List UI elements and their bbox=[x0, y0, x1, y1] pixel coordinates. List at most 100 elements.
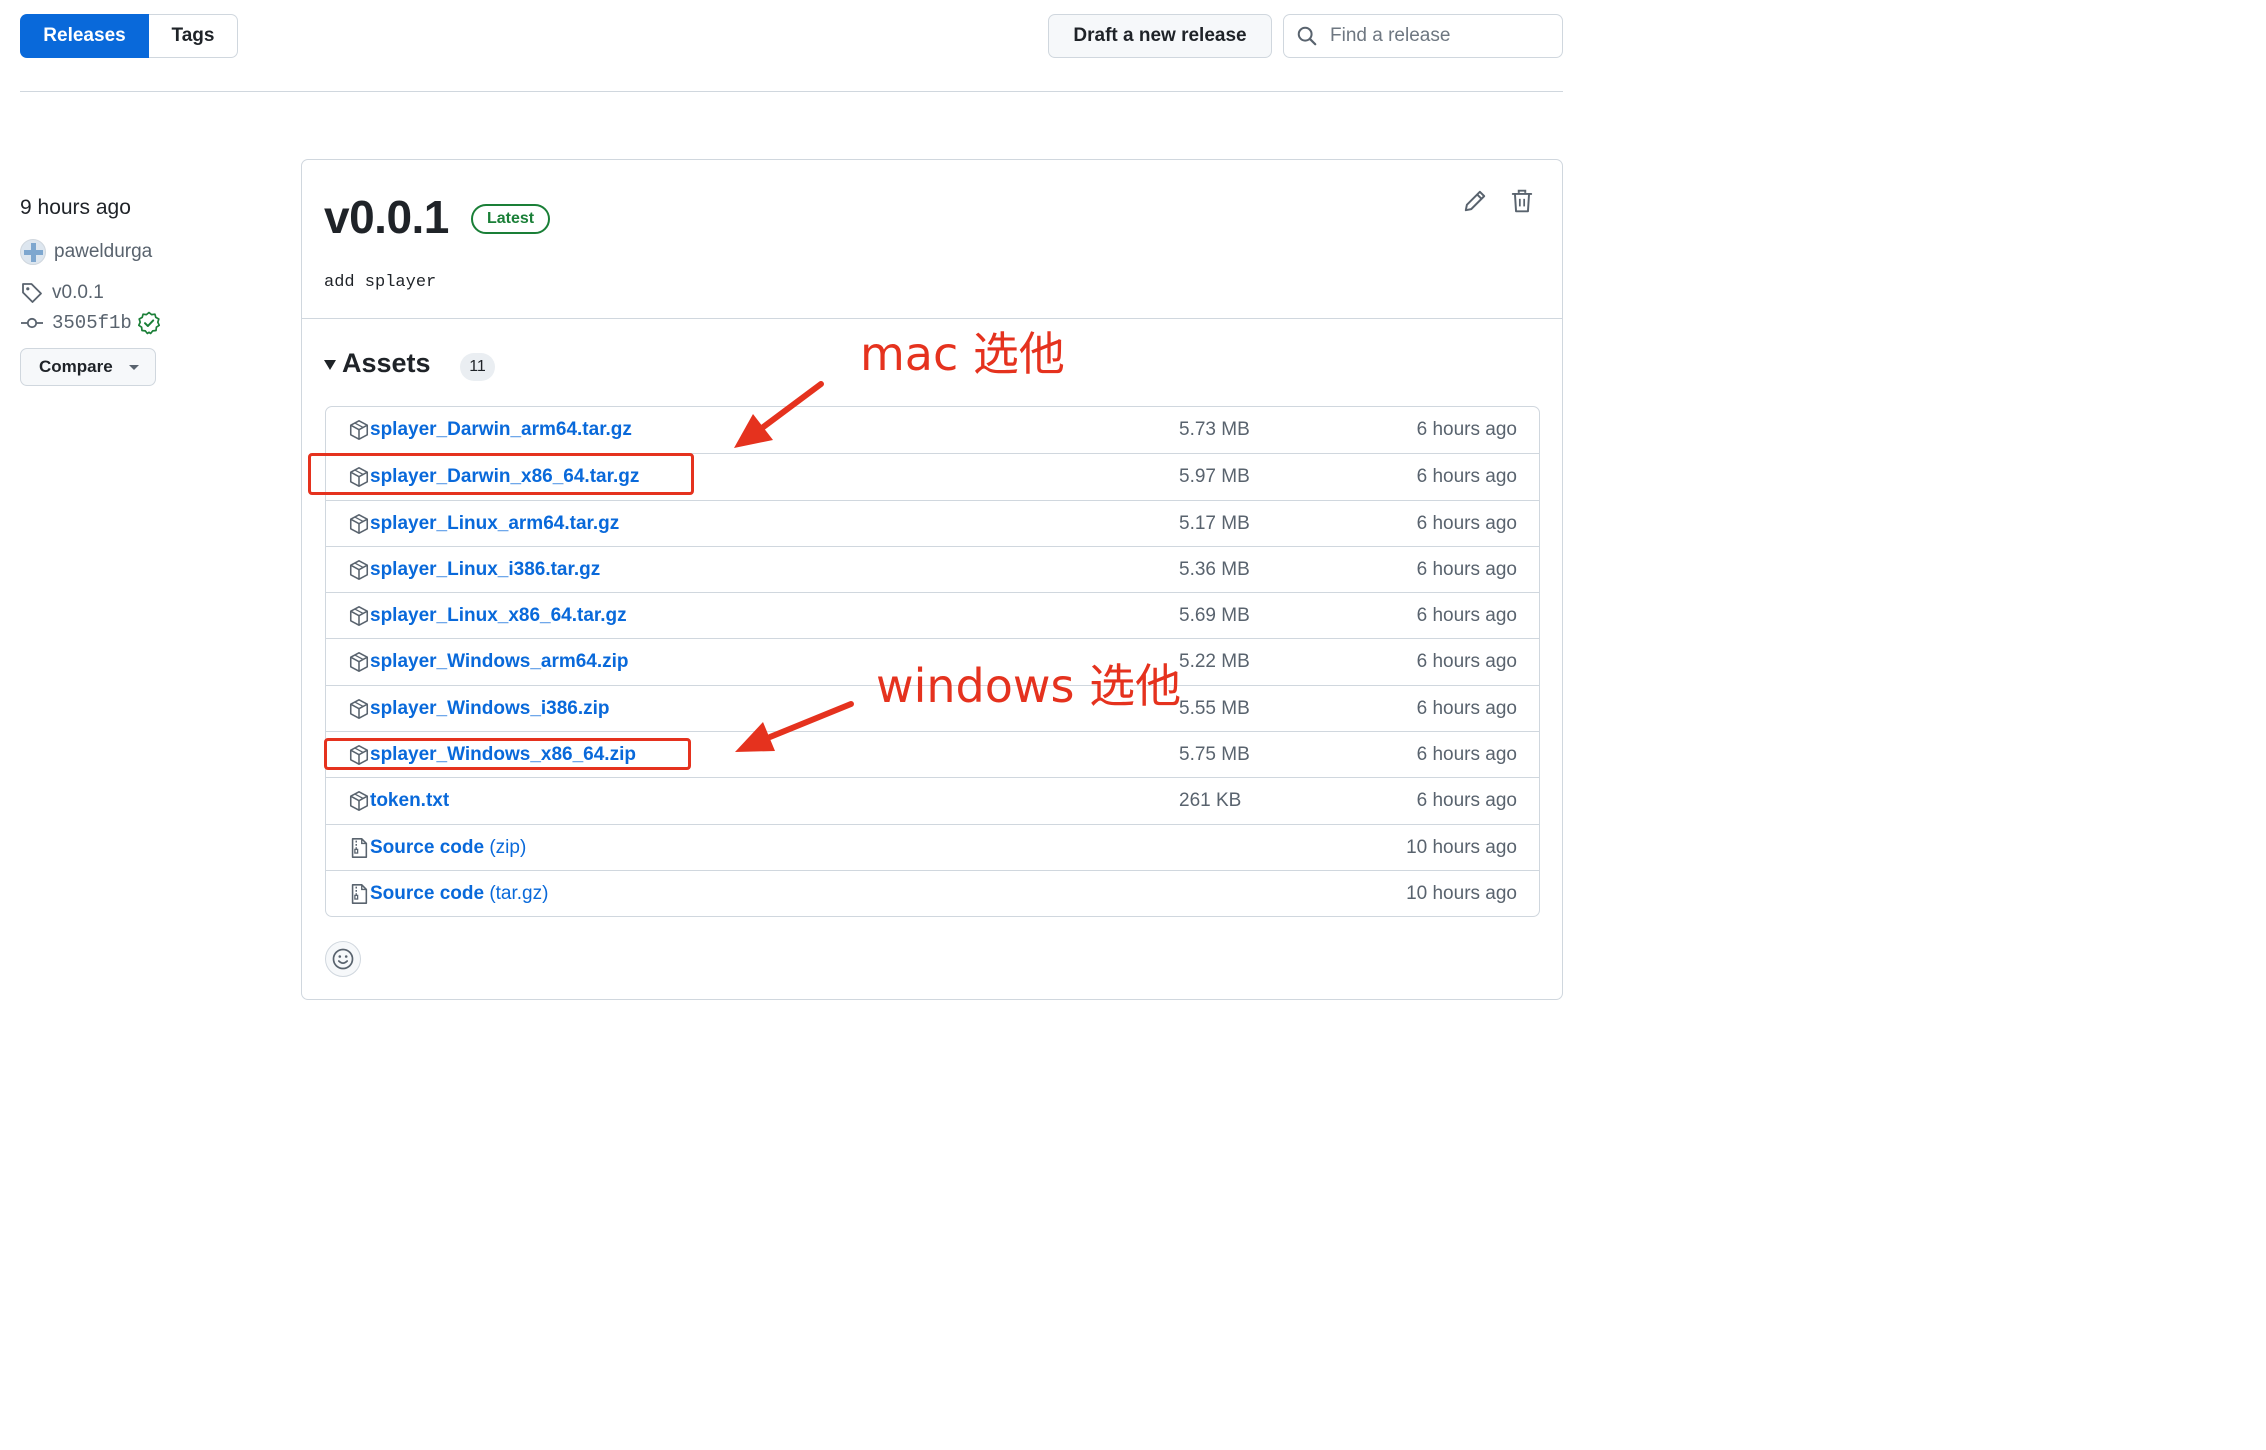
release-card: v0.0.1 Latest add splayer Assets 11 spla… bbox=[301, 159, 1563, 1000]
asset-row: Source code (zip) 10 hours ago bbox=[326, 823, 1539, 870]
package-icon bbox=[349, 698, 369, 719]
asset-row: splayer_Darwin_arm64.tar.gz 5.73 MB 6 hour… bbox=[326, 407, 1539, 453]
trash-icon[interactable] bbox=[1509, 188, 1535, 214]
package-icon bbox=[349, 745, 369, 766]
asset-name: splayer_Linux_i386.tar.gz bbox=[370, 558, 601, 580]
asset-size: 5.17 MB bbox=[1179, 512, 1250, 534]
asset-name: splayer_Darwin_arm64.tar.gz bbox=[370, 419, 632, 440]
asset-time: 6 hours ago bbox=[1416, 605, 1517, 627]
asset-name: splayer_Windows_arm64.zip bbox=[370, 651, 629, 673]
asset-name: Source code bbox=[370, 836, 485, 858]
asset-size: 5.22 MB bbox=[1179, 651, 1250, 673]
asset-download-link[interactable]: splayer_Windows_i386.zip bbox=[370, 698, 610, 720]
asset-time: 6 hours ago bbox=[1416, 651, 1517, 673]
asset-size: 5.36 MB bbox=[1179, 558, 1250, 580]
tab-releases[interactable]: Releases bbox=[20, 14, 149, 58]
asset-time: 6 hours ago bbox=[1416, 419, 1517, 440]
asset-name: splayer_Windows_x86_64.zip bbox=[370, 744, 636, 766]
assets-count-badge: 11 bbox=[460, 353, 495, 381]
asset-size: 5.97 MB bbox=[1179, 466, 1250, 488]
asset-download-link[interactable]: token.txt bbox=[370, 790, 449, 812]
asset-download-link[interactable]: Source code (zip) bbox=[370, 837, 526, 859]
package-icon bbox=[349, 513, 369, 534]
compare-label: Compare bbox=[39, 357, 113, 376]
file-zip-icon bbox=[351, 884, 368, 904]
asset-row: Source code (tar.gz) 10 hours ago bbox=[326, 869, 1539, 916]
asset-download-link[interactable]: splayer_Windows_x86_64.zip bbox=[370, 744, 636, 766]
tag-row: v0.0.1 bbox=[20, 281, 104, 305]
asset-size: 5.75 MB bbox=[1179, 744, 1250, 766]
asset-download-link[interactable]: splayer_Linux_arm64.tar.gz bbox=[370, 513, 619, 535]
release-notes: add splayer bbox=[324, 273, 437, 292]
asset-download-link[interactable]: Source code (tar.gz) bbox=[370, 883, 548, 905]
asset-size: 5.73 MB bbox=[1179, 419, 1250, 440]
release-title[interactable]: v0.0.1 bbox=[324, 190, 449, 244]
asset-time: 6 hours ago bbox=[1416, 697, 1517, 719]
asset-size: 5.69 MB bbox=[1179, 605, 1250, 627]
package-icon bbox=[349, 420, 369, 440]
asset-download-link[interactable]: splayer_Linux_i386.tar.gz bbox=[370, 559, 600, 581]
asset-name: splayer_Darwin_x86_64.tar.gz bbox=[370, 466, 640, 488]
asset-download-link[interactable]: splayer_Linux_x86_64.tar.gz bbox=[370, 605, 627, 627]
triangle-down-icon bbox=[324, 360, 336, 370]
tab-tags[interactable]: Tags bbox=[149, 14, 238, 58]
asset-size: 5.55 MB bbox=[1179, 697, 1250, 719]
asset-time: 6 hours ago bbox=[1416, 790, 1517, 812]
git-commit-icon bbox=[21, 317, 43, 329]
commit-link[interactable]: 3505f1b bbox=[52, 312, 132, 334]
header-divider bbox=[20, 91, 1563, 92]
verified-icon[interactable] bbox=[137, 311, 161, 335]
package-icon bbox=[349, 652, 369, 673]
search-icon bbox=[1297, 26, 1317, 46]
asset-size: 261 KB bbox=[1179, 790, 1242, 812]
asset-name: splayer_Linux_x86_64.tar.gz bbox=[370, 605, 627, 627]
package-icon bbox=[349, 467, 369, 488]
avatar[interactable] bbox=[20, 239, 46, 265]
asset-row: splayer_Linux_arm64.tar.gz 5.17 MB 6 hours… bbox=[326, 499, 1539, 546]
asset-time: 10 hours ago bbox=[1406, 836, 1517, 858]
pencil-icon[interactable] bbox=[1462, 188, 1488, 214]
annotation-windows: windows 选他 bbox=[876, 659, 1182, 713]
latest-badge: Latest bbox=[471, 204, 551, 234]
asset-download-link[interactable]: splayer_Darwin_arm64.tar.gz bbox=[370, 419, 632, 441]
asset-name: token.txt bbox=[370, 790, 450, 812]
release-search bbox=[1283, 14, 1563, 58]
compare-button[interactable]: Compare bbox=[20, 348, 156, 386]
commit-row: 3505f1b bbox=[20, 311, 161, 335]
asset-download-link[interactable]: splayer_Windows_arm64.zip bbox=[370, 651, 629, 673]
asset-format: (tar.gz) bbox=[484, 882, 549, 904]
file-zip-icon bbox=[351, 837, 368, 858]
asset-row: token.txt 261 KB 6 hours ago bbox=[326, 777, 1539, 823]
asset-name: splayer_Windows_i386.zip bbox=[370, 697, 610, 719]
asset-time: 6 hours ago bbox=[1416, 558, 1517, 580]
asset-time: 6 hours ago bbox=[1416, 744, 1517, 766]
search-input[interactable] bbox=[1328, 24, 1552, 48]
author-link[interactable]: paweldurga bbox=[54, 241, 152, 263]
asset-time: 6 hours ago bbox=[1416, 512, 1517, 534]
tag-icon bbox=[22, 283, 42, 303]
release-time: 9 hours ago bbox=[20, 196, 131, 219]
asset-time: 10 hours ago bbox=[1406, 882, 1517, 904]
asset-name: Source code bbox=[370, 882, 485, 904]
asset-download-link[interactable]: splayer_Darwin_x86_64.tar.gz bbox=[370, 466, 639, 488]
package-icon bbox=[349, 559, 369, 580]
assets-toggle[interactable]: Assets bbox=[324, 348, 431, 379]
asset-time: 6 hours ago bbox=[1416, 466, 1517, 488]
tag-link[interactable]: v0.0.1 bbox=[52, 282, 104, 304]
smiley-icon bbox=[332, 948, 354, 970]
asset-row: splayer_Linux_i386.tar.gz 5.36 MB 6 hours … bbox=[326, 545, 1539, 592]
asset-format: (zip) bbox=[484, 836, 527, 858]
draft-new-release-button[interactable]: Draft a new release bbox=[1048, 14, 1272, 58]
asset-row: splayer_Linux_x86_64.tar.gz 5.69 MB 6 hour… bbox=[326, 592, 1539, 638]
assets-heading: Assets bbox=[342, 348, 431, 378]
release-tabs: Releases Tags bbox=[20, 14, 238, 58]
asset-name: splayer_Linux_arm64.tar.gz bbox=[370, 512, 620, 534]
add-reaction-button[interactable] bbox=[325, 941, 361, 977]
asset-row: splayer_Windows_x86_64.zip 5.75 MB 6 hours… bbox=[326, 731, 1539, 777]
author-row: paweldurga bbox=[20, 239, 152, 265]
annotation-mac: mac 选他 bbox=[860, 327, 1065, 381]
package-icon bbox=[349, 606, 369, 627]
caret-down-icon bbox=[128, 364, 139, 370]
package-icon bbox=[349, 791, 369, 812]
asset-row: splayer_Darwin_x86_64.tar.gz 5.97 MB 6 hou… bbox=[326, 453, 1539, 499]
